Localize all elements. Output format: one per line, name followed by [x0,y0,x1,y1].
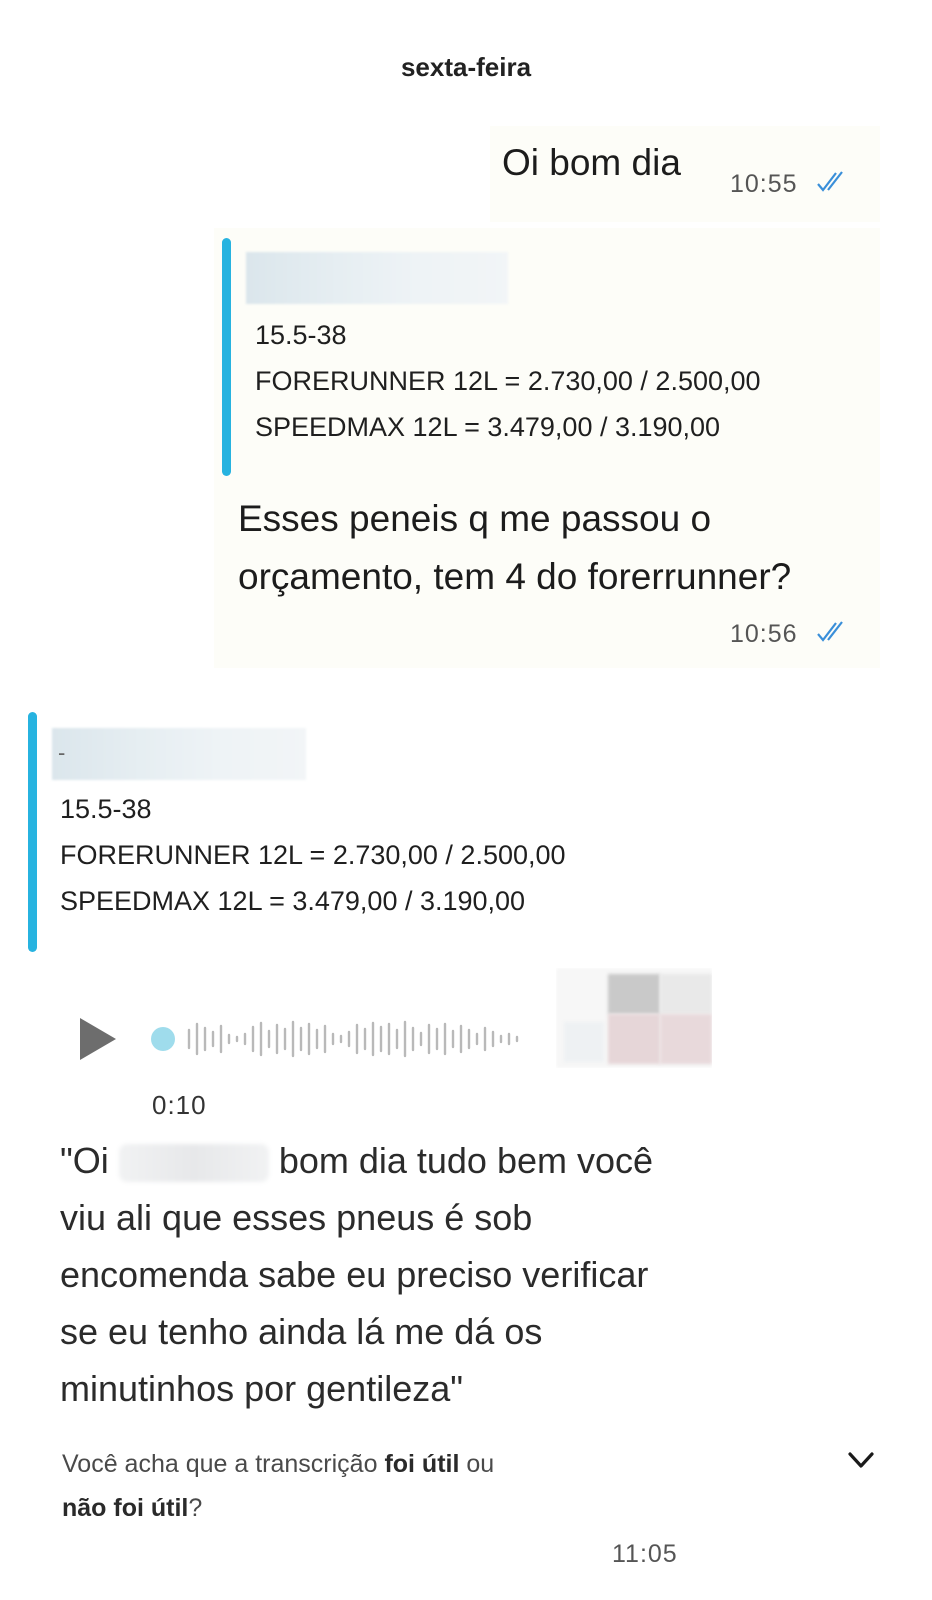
message-text: orçamento, tem 4 do forerrunner? [238,556,792,597]
voice-duration: 0:10 [152,1090,207,1120]
voice-transcript: "Oi bom dia tudo bem você viu ali que es… [60,1132,680,1417]
quoted-text-line: 15.5-38 [60,794,152,824]
feedback-prefix: Você acha que a transcrição [62,1450,378,1478]
avatar [556,968,712,1068]
quoted-text-line: FORERUNNER 12L = 2.730,00 / 2.500,00 [60,840,566,870]
quoted-sender-name-redacted [246,252,508,304]
quoted-text-line: FORERUNNER 12L = 2.730,00 / 2.500,00 [255,366,761,396]
quoted-sender-dash: - [58,740,66,765]
voice-progress-dot[interactable] [151,1027,175,1051]
message-time: 10:55 [730,170,798,198]
quote-accent-bar [28,712,37,952]
date-separator: sexta-feira [400,52,532,82]
feedback-suffix: ? [188,1494,203,1522]
transcript-text-start: "Oi [60,1140,109,1181]
quoted-sender-name-redacted [52,728,306,780]
message-text: Esses peneis q me passou o [238,498,712,539]
quoted-text-line: SPEEDMAX 12L = 3.479,00 / 3.190,00 [255,412,721,442]
voice-waveform[interactable] [185,1016,525,1062]
transcription-feedback: Você acha que a transcrição foi útil ou … [62,1442,682,1530]
feedback-not-useful-link[interactable]: não foi útil [62,1494,188,1522]
message-text: Oi bom dia [502,142,681,183]
feedback-or: ou [466,1450,495,1478]
quote-accent-bar [222,238,231,476]
message-time: 11:05 [612,1540,678,1568]
chevron-down-icon[interactable] [846,1448,876,1472]
quoted-text-line: 15.5-38 [255,320,347,350]
double-check-icon [817,171,843,192]
double-check-icon [817,621,843,642]
message-time: 10:56 [730,620,798,648]
quoted-text-line: SPEEDMAX 12L = 3.479,00 / 3.190,00 [60,886,526,916]
feedback-useful-link[interactable]: foi útil [384,1450,459,1478]
play-icon[interactable] [80,1018,116,1060]
redacted-name [118,1144,269,1183]
